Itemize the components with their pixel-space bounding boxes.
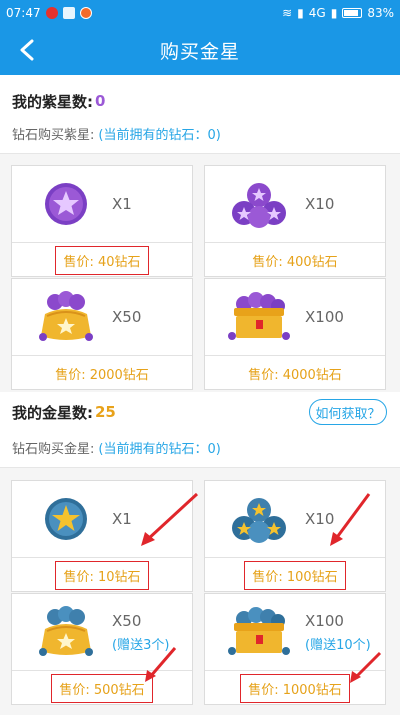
- item-price: 售价: 4000钻石: [248, 368, 342, 383]
- gold-star-bag-icon: [26, 594, 106, 670]
- item-quantity: X1: [112, 195, 132, 213]
- purple-item-x100[interactable]: X100 售价: 4000钻石: [204, 278, 386, 390]
- item-quantity: X100: [305, 611, 344, 630]
- item-quantity: X100: [305, 308, 344, 326]
- purple-star-count: 0: [95, 92, 106, 110]
- gold-star-single-icon: [26, 481, 106, 557]
- chevron-left-icon: [20, 39, 34, 61]
- item-quantity: X50: [112, 308, 142, 326]
- app-notification-icon: [62, 6, 75, 19]
- gold-buy-label: 钻石购买金星:: [12, 441, 95, 457]
- gold-star-chest-icon: [219, 594, 299, 670]
- network-type: 4G: [308, 5, 326, 20]
- purple-star-bag-icon: [26, 279, 106, 355]
- annotation-arrow-icon: [145, 647, 177, 682]
- item-quantity: X10: [305, 195, 335, 213]
- status-bar: 07:47 ≋ ▮ 4G ▮ 83%: [0, 0, 400, 25]
- purple-diamond-note: (当前拥有的钻石：0): [98, 127, 221, 143]
- status-time: 07:47: [6, 5, 41, 20]
- title-bar: 购买金星: [0, 25, 400, 75]
- gold-item-x100[interactable]: X100 (赠送10个) 售价: 1000钻石: [204, 593, 386, 705]
- item-price: 售价: 500钻石: [51, 674, 153, 703]
- item-quantity: X50: [112, 611, 142, 630]
- item-price: 售价: 10钻石: [55, 561, 149, 590]
- gold-star-count: 25: [95, 403, 116, 421]
- purple-buy-label: 钻石购买紫星:: [12, 127, 95, 143]
- item-quantity: X1: [112, 510, 132, 528]
- battery-icon: [342, 7, 363, 18]
- item-price: 售价: 400钻石: [252, 255, 338, 270]
- gold-star-pile-icon: [219, 481, 299, 557]
- gold-buy-row: 钻石购买金星: (当前拥有的钻石：0): [0, 432, 400, 462]
- purple-item-x10[interactable]: X10 售价: 400钻石: [204, 165, 386, 277]
- purple-star-chest-icon: [219, 279, 299, 355]
- item-price: 售价: 2000钻石: [55, 368, 149, 383]
- gold-star-label: 我的金星数:: [12, 403, 93, 422]
- annotation-arrow-icon: [141, 492, 199, 546]
- page-title: 购买金星: [159, 40, 240, 63]
- purple-star-count-row: 我的紫星数: 0: [0, 85, 400, 117]
- wifi-icon: ≋: [282, 5, 293, 20]
- item-price: 售价: 100钻石: [244, 561, 346, 590]
- app-notification-icon-2: [79, 6, 92, 19]
- purple-star-single-icon: [26, 166, 106, 242]
- back-button[interactable]: [10, 33, 44, 67]
- purple-buy-row: 钻石购买紫星: (当前拥有的钻石：0): [0, 118, 400, 148]
- purple-star-pile-icon: [219, 166, 299, 242]
- item-price: 售价: 40钻石: [55, 246, 149, 275]
- battery-percent: 83%: [367, 5, 394, 20]
- how-to-get-button[interactable]: 如何获取？: [309, 399, 387, 425]
- purple-star-label: 我的紫星数:: [12, 92, 93, 111]
- signal-bars-icon: ▮: [330, 5, 338, 20]
- purple-item-x1[interactable]: X1 售价: 40钻石: [11, 165, 193, 277]
- annotation-arrow-icon: [350, 651, 382, 683]
- weibo-icon: [45, 6, 58, 19]
- purple-item-x50[interactable]: X50 售价: 2000钻石: [11, 278, 193, 390]
- item-price: 售价: 1000钻石: [240, 674, 350, 703]
- gold-diamond-note: (当前拥有的钻石：0): [98, 441, 221, 457]
- signal-icon: ▮: [297, 5, 304, 20]
- annotation-arrow-icon: [330, 493, 371, 546]
